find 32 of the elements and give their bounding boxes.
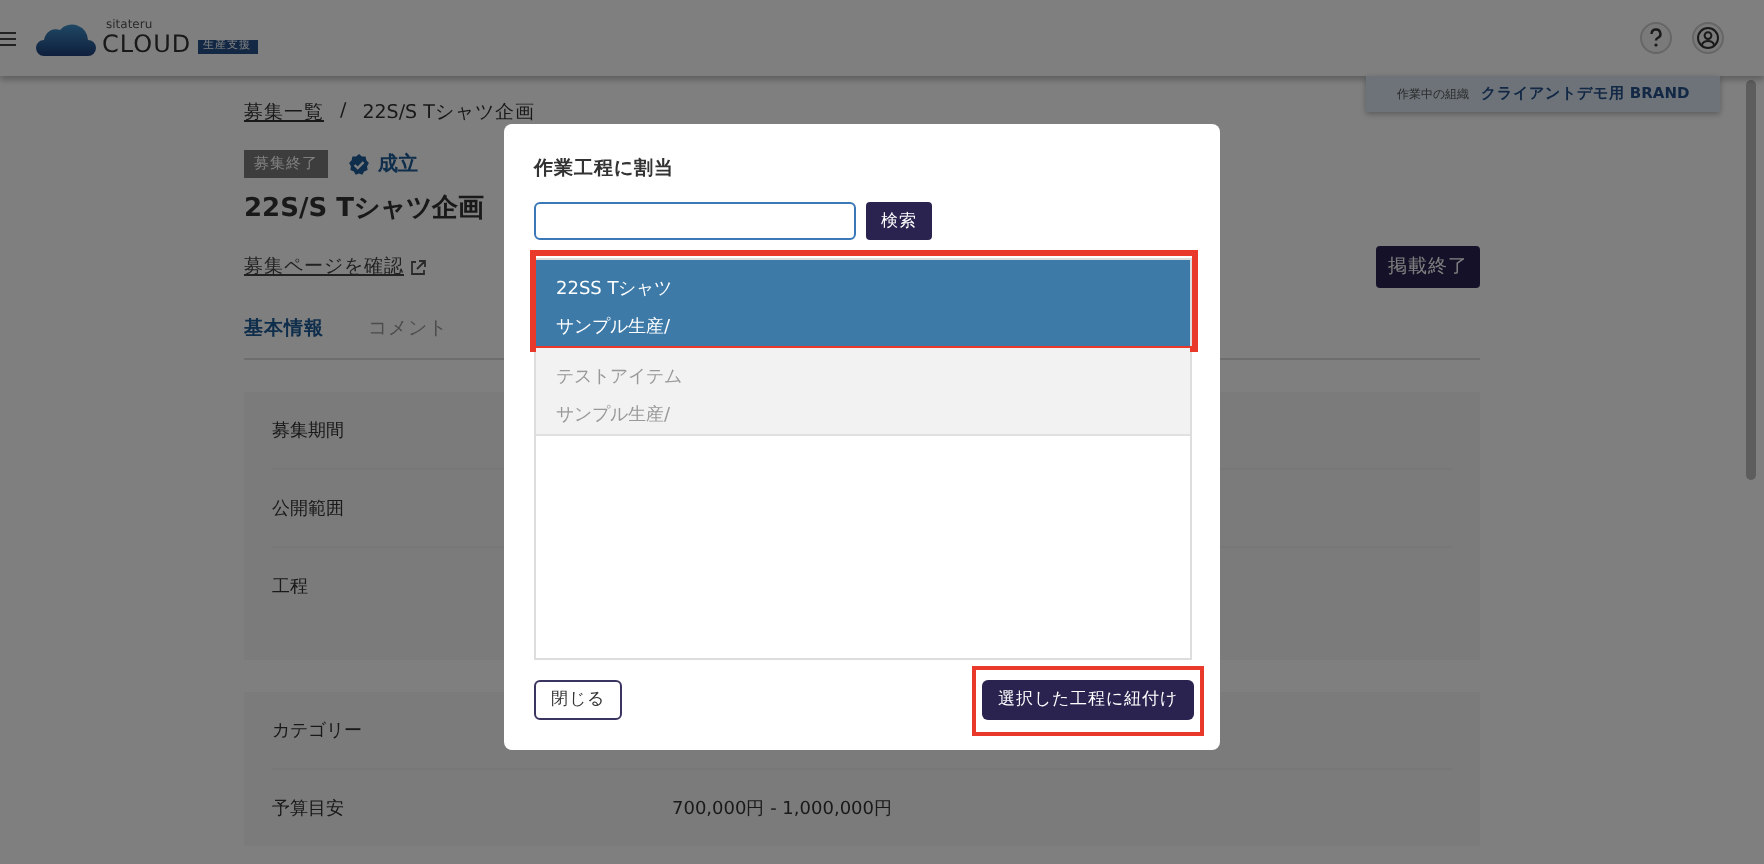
field-value: 700,000円 - 1,000,000円 — [672, 797, 892, 821]
process-name: テストアイテム — [556, 366, 684, 390]
external-link-icon — [410, 259, 426, 275]
breadcrumb-link[interactable]: 募集一覧 — [244, 100, 324, 126]
link-process-button[interactable]: 選択した工程に紐付け — [982, 680, 1194, 720]
process-name: 22SS Tシャツ — [556, 278, 675, 302]
end-listing-button[interactable]: 掲載終了 — [1376, 246, 1480, 288]
field-label: 公開範囲 — [272, 497, 346, 521]
field-label: 募集期間 — [272, 419, 346, 443]
cloud-logo-icon — [36, 22, 96, 56]
process-category: サンプル生産/ — [556, 402, 673, 428]
close-button[interactable]: 閉じる — [534, 680, 622, 720]
scrollbar[interactable] — [1746, 80, 1756, 480]
field-label: 予算目安 — [272, 797, 346, 821]
page-title: 22S/S Tシャツ企画 — [244, 192, 484, 226]
field-label: 工程 — [272, 575, 310, 599]
logo-text: CLOUD — [102, 32, 192, 56]
tab[interactable]: 基本情報 — [244, 316, 324, 342]
process-category: サンプル生産/ — [556, 314, 673, 340]
process-item[interactable]: テストアイテム サンプル生産/ — [536, 348, 1190, 436]
dialog-title: 作業工程に割当 — [534, 156, 676, 182]
user-account-icon[interactable] — [1692, 22, 1724, 54]
field-label: カテゴリー — [272, 719, 364, 743]
help-icon[interactable] — [1640, 22, 1672, 54]
menu-icon[interactable] — [0, 31, 16, 45]
search-field[interactable] — [534, 202, 856, 240]
page-link[interactable]: 募集ページを確認 — [244, 254, 426, 280]
breadcrumb-item: 22S/S Tシャツ企画 — [362, 100, 535, 126]
search-button[interactable]: 検索 — [866, 202, 932, 240]
verified-check-icon — [348, 153, 370, 175]
breadcrumb-item: / — [340, 100, 347, 126]
status-label: 成立 — [378, 150, 418, 178]
